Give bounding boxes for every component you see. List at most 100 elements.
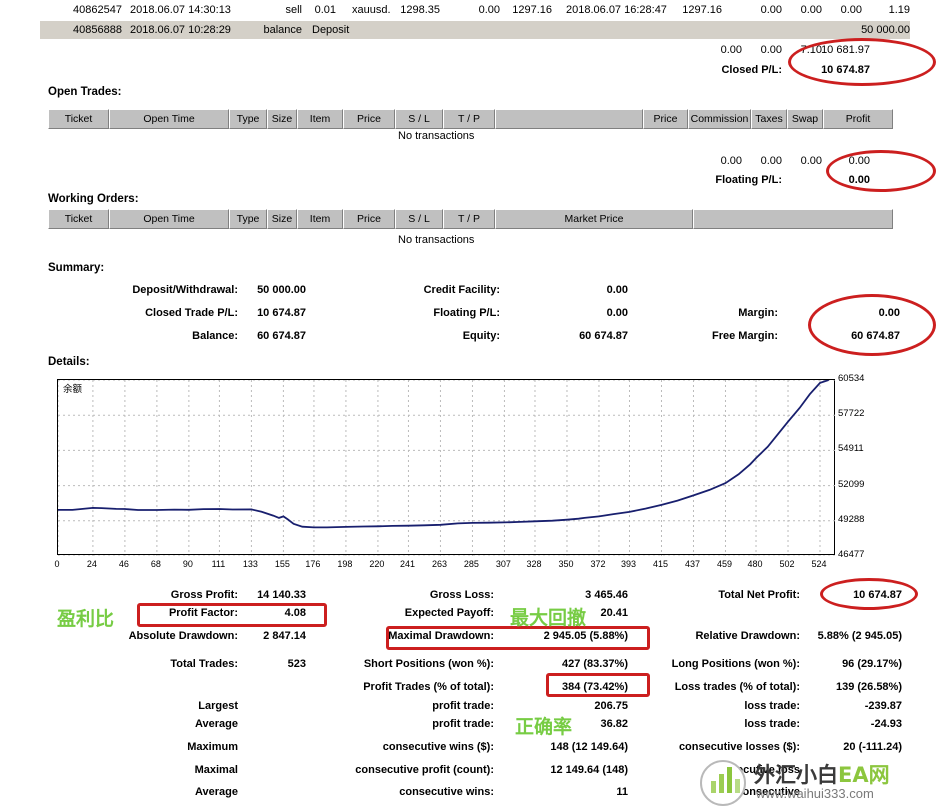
col-sl[interactable]: S / L <box>395 109 443 129</box>
col-sl[interactable]: S / L <box>395 209 443 229</box>
chart-x-tick: 459 <box>716 559 732 569</box>
summary-caption: Summary: <box>48 262 105 274</box>
col-close-price[interactable]: Price <box>643 109 688 129</box>
open-trades-caption: Open Trades: <box>48 86 122 98</box>
details-caption: Details: <box>48 356 90 368</box>
balance-chart-svg <box>58 380 836 556</box>
cell-open-time: 2018.06.07 14:30:13 <box>130 4 231 16</box>
cell-close-time: 2018.06.07 16:28:47 <box>566 4 667 16</box>
stat-label: Short Positions (won %): <box>363 658 494 670</box>
stat-value: 384 (73.42%) <box>561 681 628 693</box>
chart-x-tick: 220 <box>369 559 385 569</box>
annotation-note: 正确率 <box>515 716 573 738</box>
stat-label: Average <box>194 786 238 798</box>
cell-type: balance <box>263 24 302 36</box>
stat-label: Relative Drawdown: <box>695 630 800 642</box>
summary-label-free-margin: Free Margin: <box>711 330 778 342</box>
summary-label-deposit-withdrawal: Deposit/Withdrawal: <box>132 284 238 296</box>
col-tp[interactable]: T / P <box>443 109 495 129</box>
col-price[interactable]: Price <box>343 109 395 129</box>
stat-value: 206.75 <box>594 700 628 712</box>
col-ticket[interactable]: Ticket <box>48 209 109 229</box>
annotation-note: 最大回撤 <box>510 607 587 629</box>
col-spacer[interactable] <box>495 109 643 129</box>
stat-value: 139 (26.58%) <box>835 681 902 693</box>
closed-trade-row[interactable]: 40862547 2018.06.07 14:30:13 sell 0.01 x… <box>40 1 910 19</box>
cell-tp: 1297.16 <box>512 4 552 16</box>
col-taxes[interactable]: Taxes <box>751 109 787 129</box>
stat-label: Long Positions (won %): <box>671 658 800 670</box>
cell-ticket: 40862547 <box>73 4 122 16</box>
summary-value-closed-trade-pl: 10 674.87 <box>257 307 306 319</box>
stat-value: 2 847.14 <box>263 630 306 642</box>
chart-y-tick: 52099 <box>838 478 865 490</box>
chart-x-tick: 68 <box>150 559 161 569</box>
chart-x-tick: 46 <box>118 559 129 569</box>
col-type[interactable]: Type <box>229 109 267 129</box>
stat-value: 14 140.33 <box>257 589 306 601</box>
col-commission[interactable]: Commission <box>688 109 751 129</box>
chart-x-tick: 480 <box>747 559 763 569</box>
col-profit[interactable]: Profit <box>823 109 893 129</box>
chart-x-tick: 415 <box>652 559 668 569</box>
col-tp[interactable]: T / P <box>443 209 495 229</box>
balance-chart[interactable] <box>57 379 836 556</box>
chart-x-tick: 241 <box>399 559 415 569</box>
summary-value-free-margin: 60 674.87 <box>851 330 900 342</box>
cell-profit: 1.19 <box>888 4 910 16</box>
stat-label: Average <box>194 718 238 730</box>
col-open-time[interactable]: Open Time <box>109 209 229 229</box>
site-watermark: 外汇小白EA网 www.waihui333.com <box>700 758 940 808</box>
chart-x-tick: 198 <box>337 559 353 569</box>
col-spacer[interactable] <box>693 209 893 229</box>
chart-y-tick: 49288 <box>838 513 865 525</box>
chart-y-tick: 54911 <box>838 443 864 455</box>
stat-label: Absolute Drawdown: <box>128 630 238 642</box>
stat-value: 20 (-111.24) <box>843 741 902 753</box>
summary-label-floating-pl: Floating P/L: <box>433 307 500 319</box>
col-swap[interactable]: Swap <box>787 109 823 129</box>
cell-type: sell <box>285 4 302 16</box>
open-trades-header: Ticket Open Time Type Size Item Price S … <box>48 109 893 129</box>
stat-value: 10 674.87 <box>853 589 902 601</box>
cell-sl: 0.00 <box>478 4 500 16</box>
col-ticket[interactable]: Ticket <box>48 109 109 129</box>
chart-x-tick: 263 <box>431 559 447 569</box>
col-market-price[interactable]: Market Price <box>495 209 693 229</box>
col-size[interactable]: Size <box>267 209 297 229</box>
stat-value: 523 <box>287 658 306 670</box>
summary-label-equity: Equity: <box>462 330 500 342</box>
chart-x-tick: 176 <box>305 559 321 569</box>
stat-label: Total Net Profit: <box>718 589 800 601</box>
summary-value-floating-pl: 0.00 <box>606 307 628 319</box>
cell-item: Deposit <box>312 24 350 36</box>
stat-value: 96 (29.17%) <box>842 658 902 670</box>
stat-label: consecutive profit (count): <box>355 764 494 776</box>
summary-value-balance: 60 674.87 <box>257 330 306 342</box>
chart-x-tick: 285 <box>463 559 479 569</box>
chart-y-tick: 46477 <box>838 549 865 560</box>
stat-label: Profit Trades (% of total): <box>363 681 494 693</box>
summary-label-margin: Margin: <box>738 307 778 319</box>
chart-bars-logo-icon <box>700 760 746 806</box>
cell-profit: 50 000.00 <box>861 24 910 36</box>
chart-x-tick: 350 <box>558 559 574 569</box>
col-open-time[interactable]: Open Time <box>109 109 229 129</box>
total-profit: 10 681.97 <box>821 44 870 56</box>
chart-x-tick: 155 <box>274 559 290 569</box>
col-type[interactable]: Type <box>229 209 267 229</box>
col-item[interactable]: Item <box>297 109 343 129</box>
stat-value: 427 (83.37%) <box>561 658 628 670</box>
stat-value: 2 945.05 (5.88%) <box>543 630 628 642</box>
stat-label: loss trade: <box>744 700 800 712</box>
cell-item: xauusd. <box>352 4 391 16</box>
closed-trade-row[interactable]: 40856888 2018.06.07 10:28:29 balance Dep… <box>40 21 910 39</box>
col-size[interactable]: Size <box>267 109 297 129</box>
col-price[interactable]: Price <box>343 209 395 229</box>
stat-label: Gross Loss: <box>429 589 494 601</box>
chart-x-tick: 90 <box>182 559 193 569</box>
chart-gridlines-horizontal <box>58 380 836 556</box>
floating-pl-label: Floating P/L: <box>715 174 782 186</box>
col-item[interactable]: Item <box>297 209 343 229</box>
open-trades-empty: No transactions <box>398 130 475 142</box>
